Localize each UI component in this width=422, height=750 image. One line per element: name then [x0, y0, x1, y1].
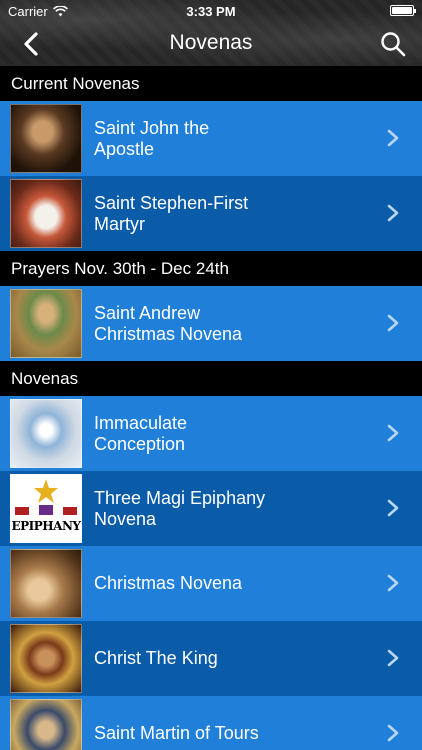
saint-john-image	[10, 104, 82, 173]
header: Carrier 3:33 PM Novenas	[0, 0, 422, 66]
list-item-saint-stephen[interactable]: Saint Stephen-First Martyr	[0, 176, 422, 251]
chevron-right-icon	[387, 424, 399, 442]
list-item-three-magi[interactable]: EPIPHANY Three Magi Epiphany Novena	[0, 471, 422, 546]
section-header-current: Current Novenas	[0, 66, 422, 101]
list-item-christ-the-king[interactable]: Christ The King	[0, 621, 422, 696]
list-item-label: Christ The King	[94, 648, 218, 668]
nav-bar: Novenas	[0, 22, 422, 66]
list-item-label: Saint John the Apostle	[94, 117, 210, 159]
battery-fill	[392, 7, 412, 14]
list-item-immaculate-conception[interactable]: Immaculate Conception	[0, 396, 422, 471]
chevron-right-icon	[387, 649, 399, 667]
list-item-label: Three Magi Epiphany Novena	[94, 487, 266, 529]
status-bar: Carrier 3:33 PM	[0, 0, 422, 22]
chevron-right-icon	[387, 499, 399, 517]
search-button[interactable]	[376, 28, 410, 60]
saint-martin-image	[10, 699, 82, 750]
list-item-label: Saint Andrew Christmas Novena	[94, 302, 243, 344]
saint-stephen-image	[10, 179, 82, 248]
battery-icon	[390, 5, 416, 16]
saint-andrew-image	[10, 289, 82, 358]
novena-list: Current Novenas Saint John the Apostle S…	[0, 66, 422, 750]
section-header-prayers: Prayers Nov. 30th - Dec 24th	[0, 251, 422, 286]
list-item-label: Saint Stephen-First Martyr	[94, 192, 249, 234]
chevron-right-icon	[387, 574, 399, 592]
list-item-label: Saint Martin of Tours	[94, 723, 259, 743]
list-item-saint-martin[interactable]: Saint Martin of Tours	[0, 696, 422, 750]
status-time: 3:33 PM	[186, 4, 236, 19]
page-title: Novenas	[169, 31, 253, 54]
search-icon	[381, 32, 406, 57]
list-item-saint-andrew[interactable]: Saint Andrew Christmas Novena	[0, 286, 422, 361]
christ-the-king-image	[10, 624, 82, 693]
list-item-christmas-novena[interactable]: Christmas Novena	[0, 546, 422, 621]
list-item-label: Immaculate Conception	[94, 412, 188, 454]
epiphany-image-text: EPIPHANY	[11, 519, 82, 533]
epiphany-image: EPIPHANY	[10, 474, 82, 543]
chevron-right-icon	[387, 204, 399, 222]
immaculate-conception-image	[10, 399, 82, 468]
chevron-right-icon	[387, 724, 399, 742]
list-item-label: Christmas Novena	[94, 573, 243, 593]
section-header-novenas: Novenas	[0, 361, 422, 396]
chevron-right-icon	[387, 314, 399, 332]
list-item-saint-john[interactable]: Saint John the Apostle	[0, 101, 422, 176]
christmas-novena-image	[10, 549, 82, 618]
chevron-right-icon	[387, 129, 399, 147]
